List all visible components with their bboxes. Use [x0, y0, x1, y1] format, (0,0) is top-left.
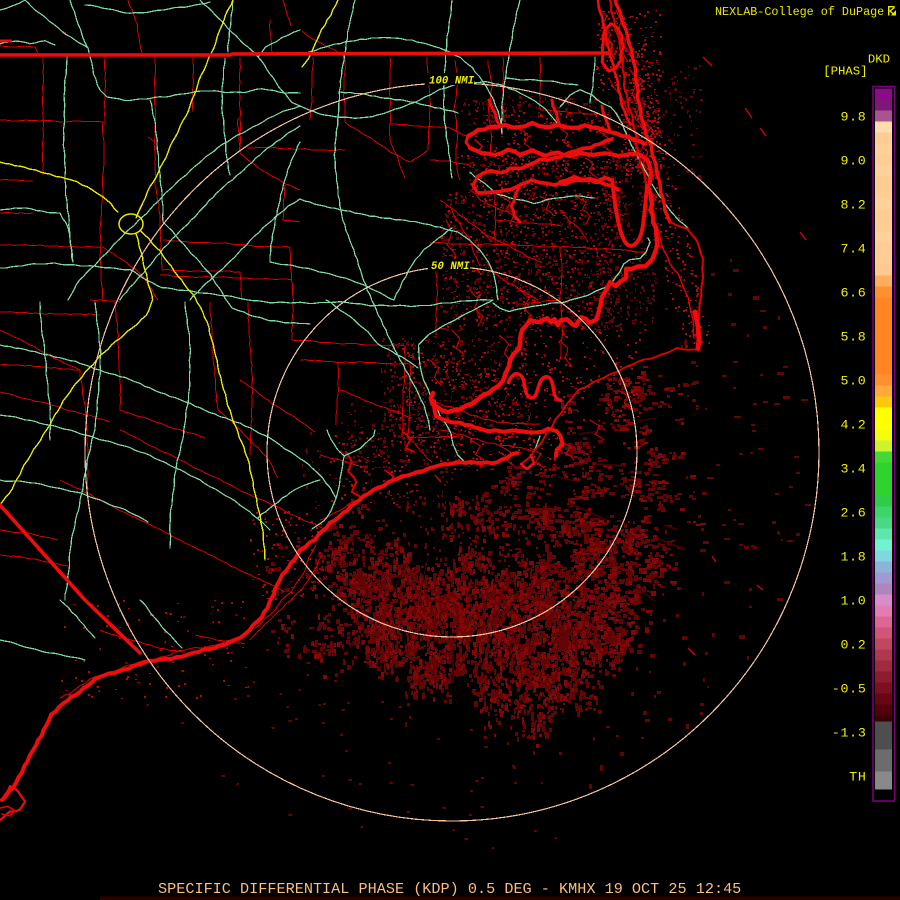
svg-text:-0.5: -0.5 [832, 682, 867, 697]
svg-text:6.6: 6.6 [840, 286, 866, 301]
svg-text:1.0: 1.0 [840, 594, 866, 609]
svg-text:SPECIFIC DIFFERENTIAL PHASE (K: SPECIFIC DIFFERENTIAL PHASE (KDP) 0.5 DE… [158, 880, 741, 898]
svg-text:NEXLAB-College of DuPage: NEXLAB-College of DuPage [715, 5, 884, 19]
svg-text:5.8: 5.8 [840, 330, 866, 345]
svg-text:7.4: 7.4 [840, 242, 866, 257]
svg-text:DKD: DKD [868, 53, 890, 67]
svg-text:9.8: 9.8 [840, 110, 866, 125]
svg-text:2.6: 2.6 [840, 506, 866, 521]
svg-text:100 NMI: 100 NMI [429, 76, 475, 88]
svg-text:5.0: 5.0 [840, 374, 866, 389]
svg-text:1.8: 1.8 [840, 550, 866, 565]
svg-text:TH: TH [849, 770, 866, 785]
svg-text:8.2: 8.2 [840, 198, 866, 213]
svg-text:3.4: 3.4 [840, 462, 866, 477]
svg-text:4.2: 4.2 [840, 418, 866, 433]
svg-text:9.0: 9.0 [840, 154, 866, 169]
svg-text:[PHAS]: [PHAS] [823, 65, 867, 79]
svg-text:-1.3: -1.3 [832, 726, 867, 741]
svg-text:0.2: 0.2 [840, 638, 866, 653]
svg-text:50 NMI: 50 NMI [431, 261, 470, 273]
